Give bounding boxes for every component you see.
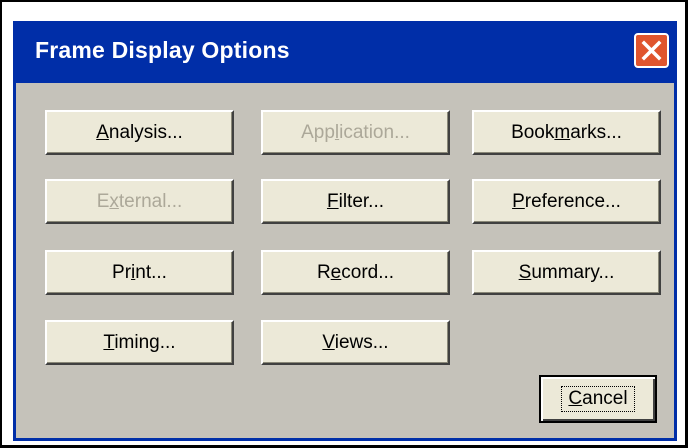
summary-button[interactable]: Summary... [472,250,661,295]
preference-button[interactable]: Preference... [472,179,661,224]
button-label: Timing... [103,331,176,353]
close-x-icon [641,40,662,61]
bookmarks-button[interactable]: Bookmarks... [472,110,661,155]
filter-button[interactable]: Filter... [261,179,450,224]
title-bar[interactable]: Frame Display Options [13,21,677,83]
button-label: Preference... [512,190,621,212]
record-button[interactable]: Record... [261,250,450,295]
button-label: Record... [316,261,395,283]
external-button: External... [45,179,234,224]
close-button[interactable] [634,33,669,68]
cancel-button-label: Cancel [561,386,635,412]
print-button[interactable]: Print... [45,250,234,295]
button-label: Bookmarks... [511,121,622,143]
frame-display-options-dialog: Frame Display Options Analysis... Applic… [13,21,677,441]
window-title: Frame Display Options [35,37,290,63]
button-label: Summary... [518,261,615,283]
button-label: Application... [301,121,410,143]
button-label: Filter... [326,190,384,212]
button-label: Views... [322,331,389,353]
timing-button[interactable]: Timing... [45,320,234,365]
analysis-button[interactable]: Analysis... [45,110,234,155]
application-button: Application... [261,110,450,155]
views-button[interactable]: Views... [261,320,450,365]
button-label: Analysis... [96,121,183,143]
button-label: Print... [112,261,167,283]
button-label: External... [96,190,183,212]
cancel-button[interactable]: Cancel [539,375,657,423]
dialog-client-area: Analysis... Application... Bookmarks... … [13,83,677,441]
